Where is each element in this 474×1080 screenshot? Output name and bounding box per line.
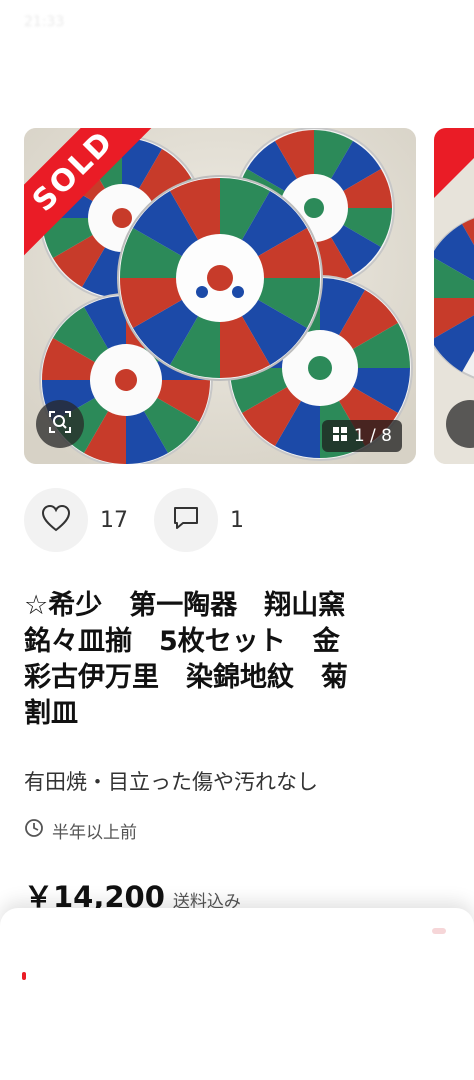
gallery-icon [332, 426, 348, 447]
comment-button[interactable] [154, 488, 218, 552]
item-condition: 有田焼・目立った傷や汚れなし [24, 770, 318, 794]
like-count: 17 [100, 507, 128, 533]
action-bar: 17 1 [24, 488, 450, 552]
image-carousel[interactable]: SOLD 1 / 8 [24, 128, 474, 464]
bottom-ghost-text [110, 954, 370, 974]
image-counter[interactable]: 1 / 8 [321, 420, 402, 452]
bottom-purchase-sheet[interactable] [0, 908, 474, 1080]
comment-icon [172, 504, 200, 536]
item-title: ☆希少 第一陶器 翔山窯 銘々皿揃 5枚セット 金 彩古伊万里 染錦地紋 菊 割… [24, 590, 348, 729]
ghost-time: 21:33 [24, 14, 65, 30]
comment-count: 1 [230, 507, 244, 533]
heart-icon [41, 504, 71, 536]
zoom-icon [47, 409, 73, 439]
counter-text: 1 / 8 [353, 426, 392, 446]
bottom-red-tick [22, 972, 26, 980]
product-photo[interactable]: SOLD 1 / 8 [24, 128, 416, 464]
zoom-button[interactable] [36, 400, 84, 448]
posted-time: 半年以上前 [52, 823, 137, 843]
next-photo-preview[interactable] [434, 128, 474, 464]
posted-time-row: 半年以上前 [24, 818, 137, 843]
like-button[interactable] [24, 488, 88, 552]
top-status-ghost: 21:33 [24, 14, 450, 44]
bottom-accent [432, 928, 446, 934]
clock-icon [24, 818, 44, 843]
